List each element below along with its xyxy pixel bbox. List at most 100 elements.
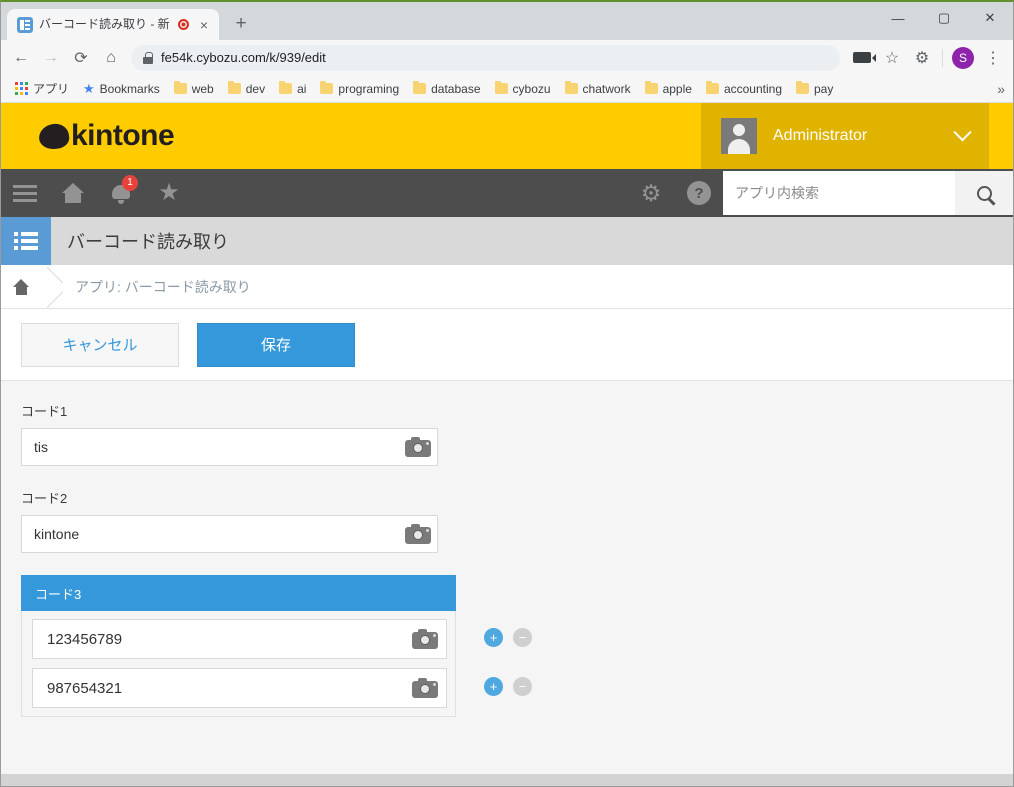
code1-input[interactable]: tis	[21, 428, 438, 466]
maximize-button[interactable]: ▢	[921, 2, 967, 34]
hamburger-icon[interactable]	[1, 169, 49, 217]
cast-icon[interactable]	[848, 44, 876, 72]
subtable-header: コード3	[21, 575, 456, 611]
subtable-body: 123456789 + − 987654321	[21, 611, 456, 717]
pin-icon[interactable]	[969, 278, 983, 296]
minimize-button[interactable]: —	[875, 2, 921, 34]
profile-avatar[interactable]: S	[949, 44, 977, 72]
tab-favicon-icon	[17, 17, 33, 33]
page-bottom-strip	[1, 774, 1013, 786]
address-bar[interactable]: fe54k.cybozu.com/k/939/edit	[131, 45, 840, 71]
field-label: コード1	[21, 401, 1013, 420]
folder-icon	[796, 83, 809, 94]
extension-gear-icon[interactable]: ⚙	[908, 44, 936, 72]
remove-row-button[interactable]: −	[513, 628, 532, 647]
reload-button[interactable]: ⟳	[67, 44, 95, 72]
bookmark-label: web	[192, 82, 214, 96]
camera-icon[interactable]	[405, 524, 431, 544]
bookmarks-overflow-icon[interactable]: »	[997, 81, 1005, 97]
forward-button[interactable]: →	[37, 44, 65, 72]
home-button[interactable]: ⌂	[97, 44, 125, 72]
search-input[interactable]	[735, 185, 943, 201]
bookmark-item-web[interactable]: web	[168, 80, 220, 98]
remove-row-button[interactable]: −	[513, 677, 532, 696]
code3-row2-input[interactable]: 987654321	[32, 668, 447, 708]
bookmark-item-accounting[interactable]: accounting	[700, 80, 788, 98]
table-row: 987654321 + −	[32, 668, 445, 708]
save-button[interactable]: 保存	[197, 323, 355, 367]
bookmark-item-dev[interactable]: dev	[222, 80, 271, 98]
favorites-star-icon[interactable]: ★	[145, 169, 193, 217]
tab-title: バーコード読み取り - 新しいレコー	[39, 9, 172, 40]
user-menu[interactable]: Administrator	[701, 103, 989, 169]
browser-toolbar: ← → ⟳ ⌂ fe54k.cybozu.com/k/939/edit ☆ ⚙ …	[1, 40, 1013, 75]
app-list-icon	[1, 217, 51, 265]
bookmark-item-apple[interactable]: apple	[639, 80, 698, 98]
star-icon: ★	[83, 81, 95, 97]
recording-dot-icon	[178, 19, 189, 30]
code3-row1-input[interactable]: 123456789	[32, 619, 447, 659]
cancel-button[interactable]: キャンセル	[21, 323, 179, 367]
user-name: Administrator	[773, 127, 940, 145]
back-button[interactable]: ←	[7, 44, 35, 72]
page-title: バーコード読み取り	[67, 228, 229, 254]
bookmark-item-database[interactable]: database	[407, 80, 486, 98]
subtable-code3: コード3 123456789 + −	[21, 575, 456, 717]
code2-input[interactable]: kintone	[21, 515, 438, 553]
home-icon[interactable]	[49, 169, 97, 217]
record-form: コード1 tis コード2 kintone コード3	[1, 381, 1013, 786]
notification-badge: 1	[122, 175, 138, 191]
camera-icon[interactable]	[412, 629, 438, 649]
bookmark-label: accounting	[724, 82, 782, 96]
add-row-button[interactable]: +	[484, 677, 503, 696]
apps-grid-icon	[15, 82, 28, 95]
field-value: kintone	[34, 526, 405, 542]
bookmark-item-bookmarks[interactable]: ★ Bookmarks	[77, 79, 166, 99]
breadcrumb-home-icon[interactable]	[1, 279, 41, 295]
bookmark-label: ai	[297, 82, 306, 96]
folder-icon	[320, 83, 333, 94]
bookmark-label: pay	[814, 82, 833, 96]
new-tab-button[interactable]: +	[227, 10, 255, 38]
help-icon[interactable]: ?	[675, 169, 723, 217]
kintone-toolbar: 1 ★ ⚙ ?	[1, 169, 1013, 217]
folder-icon	[495, 83, 508, 94]
breadcrumb: アプリ: バーコード読み取り	[1, 265, 1013, 309]
breadcrumb-app-link[interactable]: アプリ: バーコード読み取り	[75, 277, 251, 297]
folder-icon	[565, 83, 578, 94]
add-row-button[interactable]: +	[484, 628, 503, 647]
bookmark-label: dev	[246, 82, 265, 96]
field-code2: コード2 kintone	[21, 488, 1013, 553]
browser-tab[interactable]: バーコード読み取り - 新しいレコー ×	[7, 9, 219, 40]
bookmark-label: programing	[338, 82, 399, 96]
close-window-button[interactable]: ✕	[967, 2, 1013, 34]
gear-icon[interactable]: ⚙	[627, 169, 675, 217]
bookmark-item-pay[interactable]: pay	[790, 80, 839, 98]
search-icon	[977, 186, 992, 201]
avatar	[721, 118, 757, 154]
folder-icon	[645, 83, 658, 94]
tab-close-icon[interactable]: ×	[195, 16, 213, 34]
breadcrumb-separator	[41, 265, 63, 309]
bookmark-star-icon[interactable]: ☆	[878, 44, 906, 72]
folder-icon	[706, 83, 719, 94]
bookmark-label: アプリ	[33, 80, 69, 97]
kintone-blob-icon	[38, 122, 70, 150]
search-button[interactable]	[955, 171, 1013, 215]
browser-menu-icon[interactable]: ⋮	[979, 44, 1007, 72]
camera-icon[interactable]	[405, 437, 431, 457]
table-row: 123456789 + −	[32, 619, 445, 659]
bookmark-apps[interactable]: アプリ	[9, 78, 75, 99]
bookmark-label: chatwork	[583, 82, 631, 96]
bookmark-label: apple	[663, 82, 692, 96]
bookmark-item-chatwork[interactable]: chatwork	[559, 80, 637, 98]
app-search-field[interactable]	[723, 171, 955, 215]
kintone-header: kintone Administrator	[1, 103, 1013, 169]
bookmark-item-cybozu[interactable]: cybozu	[489, 80, 557, 98]
kintone-logo[interactable]: kintone	[39, 121, 174, 151]
bell-icon[interactable]: 1	[97, 169, 145, 217]
bookmark-item-programing[interactable]: programing	[314, 80, 405, 98]
bookmark-item-ai[interactable]: ai	[273, 80, 312, 98]
tab-strip: バーコード読み取り - 新しいレコー × + — ▢ ✕	[1, 2, 1013, 40]
camera-icon[interactable]	[412, 678, 438, 698]
